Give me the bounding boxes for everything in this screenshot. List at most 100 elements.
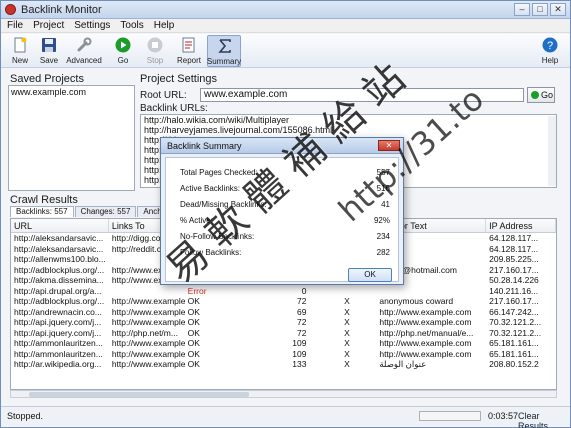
cell-anchor-text: anonymous coward	[379, 296, 454, 306]
saved-project-item[interactable]: www.example.com	[9, 86, 134, 98]
cell-status: OK	[187, 338, 200, 348]
cell-count: 133	[292, 359, 307, 369]
cell-ip-address: 70.32.121.2...	[489, 317, 542, 327]
cell-links-to: http://www.example.com	[111, 348, 185, 359]
table-row[interactable]: http://api.drupal.org/a... Error 0 140.211.…	[11, 286, 556, 297]
go-toolbar-button[interactable]: Go	[108, 35, 138, 67]
stat-value: 516	[376, 184, 390, 193]
progress-bar	[419, 411, 481, 421]
cell-url: http://allenwms100.blo...	[14, 254, 106, 264]
save-button[interactable]: Save	[34, 35, 64, 67]
saved-projects-list: www.example.com	[8, 85, 135, 191]
cell-ip-address: 217.160.17...	[489, 264, 539, 275]
cell-anchor-text: http://www.example.com	[379, 306, 472, 317]
help-label: Help	[541, 56, 559, 65]
stat-label: Dead/Missing Backlinks:	[180, 200, 267, 209]
minimize-button[interactable]: –	[514, 3, 530, 16]
cell-anchor-text: http://www.example.com	[379, 338, 472, 348]
column-header-url[interactable]: URL	[11, 219, 109, 232]
cell-links-to: http://www.example.com	[111, 359, 185, 369]
results-horizontal-scrollbar[interactable]	[10, 390, 557, 398]
cell-ip-address: 208.80.152.2	[489, 359, 539, 369]
cell-ip-address: 209.85.225...	[489, 254, 539, 264]
stat-value: 41	[381, 200, 390, 209]
table-row[interactable]: http://ammonlauritzen... http://www.examp…	[11, 349, 556, 360]
cell-anchor-text: http://www.example.com	[379, 348, 472, 359]
cell-ip-address: 140.211.16...	[489, 285, 539, 296]
table-row[interactable]: http://ar.wikipedia.org... http://www.exa…	[11, 359, 556, 370]
cell-count: 109	[292, 348, 307, 359]
cell-ip-address: 50.28.14.226	[489, 275, 539, 285]
cell-url: http://andrewnacin.co...	[14, 306, 102, 317]
menu-settings[interactable]: Settings	[74, 19, 110, 32]
stat-label: No-Follow Backlinks:	[180, 232, 255, 241]
toolbar: New Save Advanced Go Stop Report Summary…	[1, 34, 570, 68]
ok-button[interactable]: OK	[348, 268, 392, 282]
dialog-title-bar: Backlink Summary ✕	[161, 138, 403, 154]
cell-ip-address: 65.181.161...	[489, 348, 539, 359]
stat-follow-backlinks: Follow Backlinks: 282	[180, 248, 390, 257]
root-url-input[interactable]: www.example.com	[200, 88, 524, 102]
cell-anchor-text: عنوان الوصلة	[379, 359, 427, 369]
menu-tools[interactable]: Tools	[120, 19, 143, 32]
tab-changes[interactable]: Changes: 557	[74, 206, 137, 217]
cell-nofollow: X	[344, 338, 350, 348]
maximize-button[interactable]: □	[532, 3, 548, 16]
table-row[interactable]: http://andrewnacin.co... http://www.examp…	[11, 307, 556, 318]
scroll-thumb[interactable]	[29, 392, 249, 397]
crawl-results-title: Crawl Results	[10, 194, 78, 206]
table-row[interactable]: http://adblockplus.org/... http://www.exa…	[11, 296, 556, 307]
stop-button[interactable]: Stop	[140, 35, 170, 67]
cell-status: OK	[187, 327, 200, 338]
cell-anchor-text	[376, 286, 486, 297]
stat-total-pages: Total Pages Checked: 557	[180, 168, 390, 177]
stop-label: Stop	[146, 56, 164, 65]
table-row[interactable]: http://api.jquery.com/j... http://www.exa…	[11, 317, 556, 328]
help-button[interactable]: ? Help	[535, 35, 565, 67]
tab-backlinks[interactable]: Backlinks: 557	[10, 206, 74, 217]
menu-project[interactable]: Project	[33, 19, 64, 32]
cell-ip-address: 70.32.121.2...	[489, 327, 542, 338]
svg-text:?: ?	[547, 40, 553, 52]
stat-active-backlinks: Active Backlinks: 516	[180, 184, 390, 193]
cell-links-to: http://www.example.com	[111, 338, 185, 348]
cell-url: http://ammonlauritzen...	[14, 348, 103, 359]
cell-ip-address: 64.128.117...	[489, 243, 539, 254]
cell-count: 72	[296, 327, 307, 338]
table-row[interactable]: http://api.jquery.com/j... http://php.net…	[11, 328, 556, 339]
cell-nofollow: X	[344, 348, 350, 359]
go-icon	[531, 91, 539, 99]
title-bar: Backlink Monitor – □ ✕	[1, 1, 570, 19]
cell-nofollow: X	[344, 306, 350, 317]
cell-links-to: http://www.example.com	[111, 317, 185, 327]
project-settings-title: Project Settings	[140, 73, 218, 85]
cell-links-to: http://php.net/m...	[111, 327, 178, 338]
go-button[interactable]: Go	[527, 87, 555, 103]
dialog-close-button[interactable]: ✕	[378, 140, 400, 151]
stat-value: 557	[376, 168, 390, 177]
report-button[interactable]: Report	[174, 35, 204, 67]
cell-url: http://akma.dissemina...	[14, 275, 104, 285]
cell-url: http://aleksandarsavic...	[14, 243, 104, 254]
cell-count: 69	[296, 306, 307, 317]
menu-help[interactable]: Help	[154, 19, 175, 32]
cell-url: http://api.jquery.com/j...	[14, 317, 102, 327]
window-controls: – □ ✕	[514, 3, 566, 16]
report-label: Report	[176, 56, 201, 65]
status-text: Stopped.	[7, 411, 44, 421]
menu-file[interactable]: File	[7, 19, 23, 32]
summary-button[interactable]: Summary	[207, 35, 241, 67]
stop-icon	[147, 37, 163, 53]
cell-url: http://aleksandarsavic...	[14, 233, 104, 243]
app-window: Backlink Monitor – □ ✕ File Project Sett…	[0, 0, 571, 428]
advanced-button[interactable]: Advanced	[66, 35, 102, 67]
cell-count: 109	[292, 338, 307, 348]
table-row[interactable]: http://ammonlauritzen... http://www.examp…	[11, 338, 556, 349]
cell-anchor-text: http://www.example.com	[379, 317, 472, 327]
stat-nofollow-backlinks: No-Follow Backlinks: 234	[180, 232, 390, 241]
clear-results-button[interactable]: Clear Results	[518, 411, 570, 428]
backlink-url-line: http://halo.wikia.com/wiki/Multiplayer	[144, 115, 290, 125]
column-header-ip-address[interactable]: IP Address	[486, 219, 556, 232]
urls-scrollbar[interactable]	[548, 116, 556, 186]
close-button[interactable]: ✕	[550, 3, 566, 16]
